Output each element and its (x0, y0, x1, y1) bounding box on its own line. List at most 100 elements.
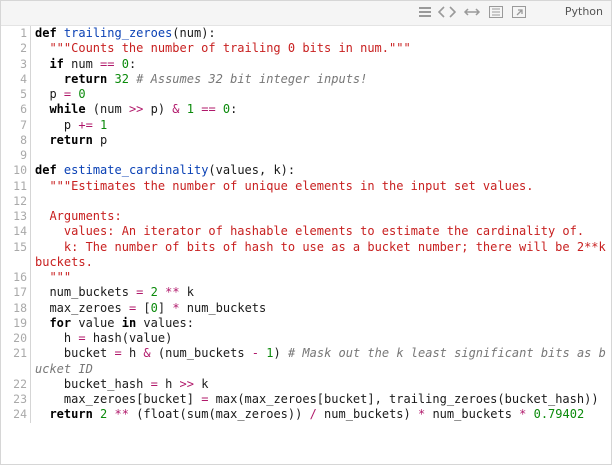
gutter-divider (30, 26, 31, 42)
code-line: 7 p += 1 (1, 117, 611, 133)
code-line: 11 """Estimates the number of unique ele… (1, 178, 611, 194)
code-text: bucket (35, 346, 115, 361)
code-text: ] (157, 300, 173, 315)
code-line-text: return 32 # Assumes 32 bit integer input… (35, 72, 611, 87)
code-line-text: if num == 0: (35, 57, 611, 72)
copy-icon[interactable] (488, 4, 504, 20)
line-number: 24 (13, 407, 27, 422)
code-text: hash(value) (85, 331, 173, 345)
view-source-icon[interactable] (418, 4, 432, 20)
operator: * (172, 300, 180, 315)
line-number: 21 (13, 346, 27, 361)
code-line-text: while (num >> p) & 1 == 0: (35, 102, 611, 117)
keyword: in (121, 315, 137, 330)
line-number: 11 (13, 178, 27, 193)
number: 0 (150, 300, 158, 315)
line-number: 7 (20, 117, 27, 132)
gutter-divider (30, 392, 31, 408)
code-line: 8 return p (1, 132, 611, 148)
comment: # Assumes 32 bit integer inputs! (136, 71, 368, 86)
line-number: 9 (20, 148, 27, 162)
code-line-text: return p (35, 133, 611, 148)
code-text: value (71, 315, 122, 330)
gutter-divider (30, 407, 31, 423)
code-line-text: max_zeroes = [0] * num_buckets (35, 301, 611, 316)
gutter-divider (30, 315, 31, 331)
code-line-text: k: The number of bits of hash to use as … (35, 240, 611, 271)
keyword: return (49, 132, 93, 147)
code-line-text: h = hash(value) (35, 331, 611, 346)
code-text: (num): (172, 26, 216, 40)
code-text: [ (136, 300, 151, 315)
code-text: k (179, 285, 194, 300)
operator: ** (114, 407, 129, 422)
code-text: p) (143, 102, 173, 117)
function-name: trailing_zeroes (63, 26, 173, 40)
number: 0.79402 (533, 407, 585, 422)
code-text: bucket_hash (35, 376, 151, 391)
code-line-text: def estimate_cardinality(values, k): (35, 163, 611, 178)
gutter-divider (30, 376, 31, 392)
code-line: 17 num_buckets = 2 ** k (1, 285, 611, 301)
wrap-icon[interactable] (463, 4, 481, 20)
code-line: 23 max_zeroes[bucket] = max(max_zeroes[b… (1, 392, 611, 408)
keyword: return (49, 407, 93, 422)
line-number: 13 (13, 209, 27, 223)
number: 2 (150, 285, 158, 300)
code-line-text: num_buckets = 2 ** k (35, 285, 611, 300)
gutter-divider (30, 102, 31, 118)
highlight-icon[interactable] (438, 4, 456, 20)
popup-icon[interactable] (511, 4, 527, 20)
code-text: num_buckets (179, 300, 267, 315)
code-text: max_zeroes[bucket] (35, 392, 202, 406)
code-toolbar: Python (1, 1, 611, 26)
keyword: while (49, 102, 86, 117)
code-line-text: for value in values: (35, 316, 611, 331)
gutter-divider (30, 178, 31, 194)
code-line: 21 bucket = h & (num_buckets - 1) # Mask… (1, 346, 611, 377)
line-number: 8 (20, 132, 27, 147)
code-line: 2 """Counts the number of trailing 0 bit… (1, 41, 611, 57)
code-line: 19 for value in values: (1, 315, 611, 331)
keyword: return (63, 71, 108, 86)
gutter-divider (30, 239, 31, 270)
gutter-divider (30, 209, 31, 225)
code-text: (num (85, 102, 129, 117)
code-text: h (121, 346, 144, 361)
code-text: : (128, 56, 137, 71)
gutter-divider (30, 300, 31, 316)
code-line-text: bucket = h & (num_buckets - 1) # Mask ou… (35, 346, 611, 377)
gutter-divider (30, 270, 31, 286)
code-line: 13 Arguments: (1, 209, 611, 225)
code-line: 6 while (num >> p) & 1 == 0: (1, 102, 611, 118)
operator: = (114, 346, 122, 361)
number: 0 (78, 87, 86, 101)
line-number: 3 (20, 56, 27, 71)
operator: & (172, 102, 180, 117)
gutter-divider (30, 224, 31, 240)
gutter-divider (30, 193, 31, 209)
string: values: An iterator of hashable elements… (35, 224, 585, 239)
code-line-text (35, 148, 611, 163)
code-text: p (92, 132, 108, 147)
string: """Counts the number of trailing 0 bits … (49, 41, 411, 56)
function-name: estimate_cardinality (63, 163, 209, 178)
operator: - (251, 346, 260, 361)
code-line-text: return 2 ** (float(sum(max_zeroes)) / nu… (35, 407, 611, 422)
code-line-text: Arguments: (35, 209, 611, 224)
gutter-divider (30, 331, 31, 347)
code-line-text: """Counts the number of trailing 0 bits … (35, 41, 611, 56)
code-text: : (230, 102, 238, 117)
gutter-divider (30, 87, 31, 103)
